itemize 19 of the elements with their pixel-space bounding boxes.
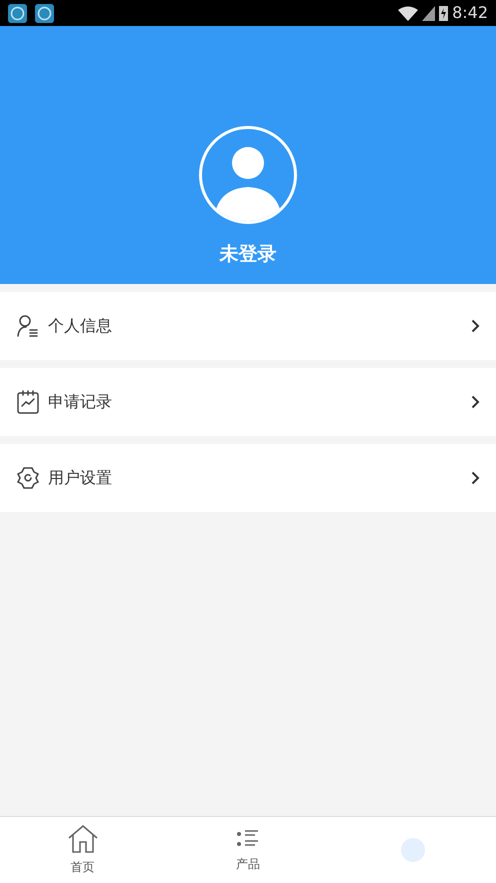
home-icon xyxy=(66,824,99,854)
person-icon xyxy=(16,314,40,338)
chart-calendar-icon xyxy=(16,390,40,414)
menu-item[interactable]: 用户设置 xyxy=(0,444,496,512)
chevron-right-icon xyxy=(471,319,480,333)
battery-icon xyxy=(439,5,448,21)
chevron-right-icon xyxy=(471,395,480,409)
wifi-icon xyxy=(398,6,418,20)
clock-time: 8:42 xyxy=(452,2,488,24)
signal-icon xyxy=(422,6,436,20)
app-notification-icon xyxy=(35,4,54,22)
app-notification-icon xyxy=(8,4,27,22)
tab[interactable]: 首页 xyxy=(70,858,95,876)
menu-item[interactable]: 申请记录 xyxy=(0,368,496,436)
chevron-right-icon xyxy=(471,471,480,485)
tab[interactable]: 产品 xyxy=(236,855,260,873)
menu-item[interactable]: 个人信息 xyxy=(0,292,496,360)
avatar[interactable] xyxy=(199,126,297,224)
settings-icon xyxy=(16,466,40,490)
